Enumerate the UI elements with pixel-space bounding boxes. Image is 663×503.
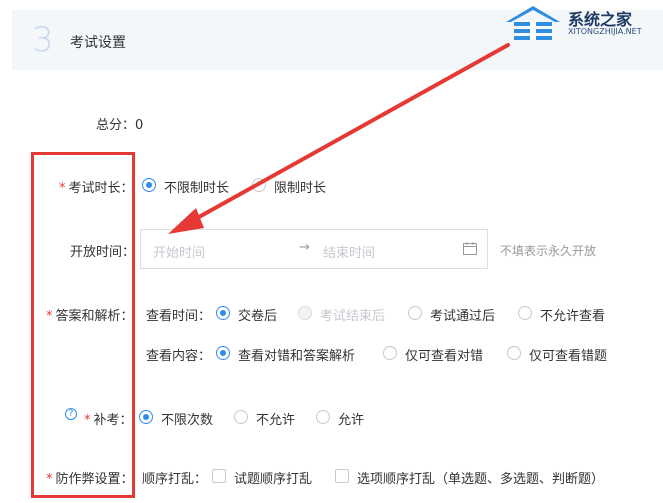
view-content-correctness-option[interactable]: 仅可查看对错	[405, 345, 483, 364]
view-time-disallow-option[interactable]: 不允许查看	[540, 305, 605, 324]
retake-disallow-option[interactable]: 不允许	[256, 409, 295, 428]
watermark-url: XITONGZHIJIA.NET	[568, 27, 642, 36]
shuffle-label: 顺序打乱：	[142, 472, 208, 487]
view-time-after-exam-radio[interactable]	[298, 306, 312, 320]
view-time-after-pass-option[interactable]: 考试通过后	[430, 305, 495, 324]
view-time-after-submit-radio[interactable]	[216, 306, 230, 320]
duration-limited-radio[interactable]	[252, 178, 266, 192]
total-score-label: 总分：0	[96, 118, 144, 133]
shuffle-options-option[interactable]: 选项顺序打乱（单选题、多选题、判断题）	[357, 468, 604, 487]
retake-allow-option[interactable]: 允许	[338, 409, 364, 428]
view-content-wrong-radio[interactable]	[507, 346, 521, 360]
duration-unlimited-radio[interactable]	[142, 178, 156, 192]
shuffle-options-checkbox[interactable]	[335, 469, 349, 483]
view-content-label: 查看内容：	[146, 349, 212, 364]
retake-unlimited-option[interactable]: 不限次数	[161, 409, 213, 428]
view-time-disallow-radio[interactable]	[518, 306, 532, 320]
watermark-logo: 系统之家 XITONGZHIJIA.NET	[500, 2, 660, 46]
start-time-input[interactable]: 开始时间	[153, 242, 205, 261]
open-time-hint: 不填表示永久开放	[500, 244, 597, 258]
step-number: 3	[32, 20, 54, 60]
view-time-after-exam-option[interactable]: 考试结束后	[320, 305, 385, 324]
duration-limited-option[interactable]: 限制时长	[274, 177, 326, 196]
retake-unlimited-radio[interactable]	[139, 410, 153, 424]
duration-unlimited-option[interactable]: 不限制时长	[164, 177, 229, 196]
shuffle-questions-option[interactable]: 试题顺序打乱	[234, 468, 312, 487]
view-time-label: 查看时间：	[146, 309, 212, 324]
section-title: 考试设置	[70, 35, 126, 51]
view-content-full-radio[interactable]	[216, 346, 230, 360]
total-score-value: 0	[135, 118, 144, 133]
range-separator: →	[299, 240, 310, 255]
calendar-icon[interactable]	[463, 242, 477, 255]
shuffle-questions-checkbox[interactable]	[212, 469, 226, 483]
view-time-after-pass-radio[interactable]	[408, 306, 422, 320]
annotation-highlight-box	[31, 152, 135, 498]
retake-allow-radio[interactable]	[316, 410, 330, 424]
view-content-wrong-option[interactable]: 仅可查看错题	[529, 345, 607, 364]
end-time-input[interactable]: 结束时间	[323, 242, 375, 261]
house-logo-icon	[506, 6, 560, 40]
date-range-picker[interactable]: 开始时间 → 结束时间	[140, 229, 488, 269]
view-content-full-option[interactable]: 查看对错和答案解析	[238, 345, 355, 364]
retake-disallow-radio[interactable]	[234, 410, 248, 424]
view-content-correctness-radio[interactable]	[383, 346, 397, 360]
view-time-after-submit-option[interactable]: 交卷后	[238, 305, 277, 324]
